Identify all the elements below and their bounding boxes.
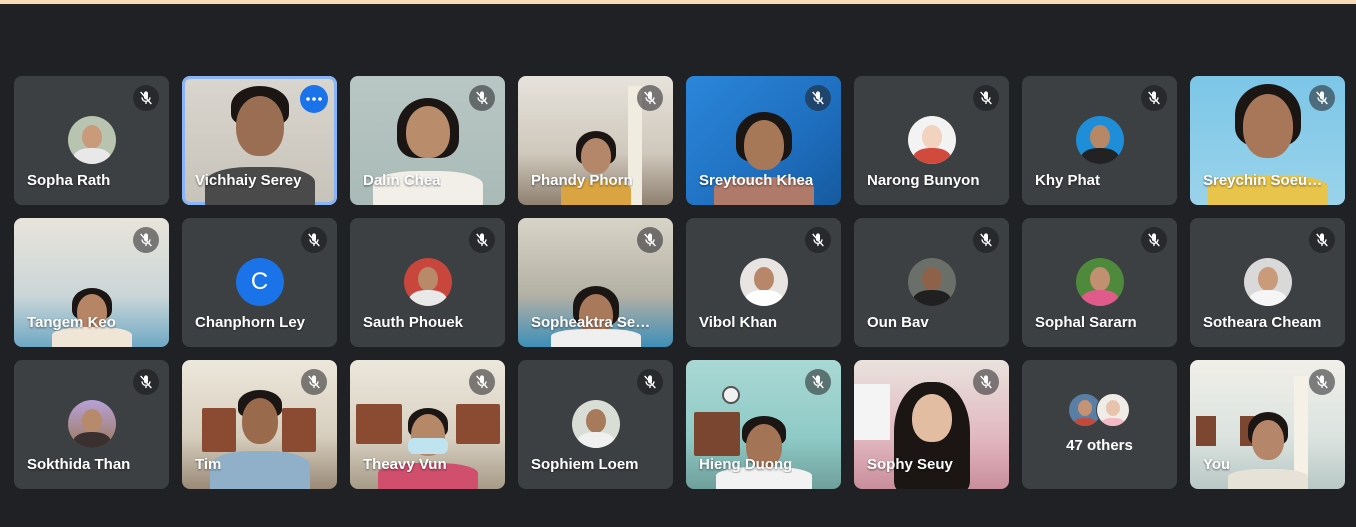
mic-off-icon xyxy=(469,227,495,253)
participant-tile-sophy-seuy[interactable]: Sophy Seuy xyxy=(854,360,1009,489)
others-count-label: 47 others xyxy=(1066,437,1133,454)
participant-avatar xyxy=(1243,258,1292,306)
mic-off-icon xyxy=(301,369,327,395)
participant-name: Sreychin Soeu… xyxy=(1203,172,1323,189)
participant-tile-sophal-sararn[interactable]: Sophal Sararn xyxy=(1022,218,1177,347)
participant-name: Sopha Rath xyxy=(27,172,111,189)
participant-name: Tangem Keo xyxy=(27,314,116,331)
participant-tile-sopha-rath[interactable]: Sopha Rath xyxy=(14,76,169,205)
mic-off-icon xyxy=(805,369,831,395)
mic-off-icon xyxy=(637,85,663,111)
mic-off-icon xyxy=(469,369,495,395)
participant-avatar xyxy=(67,400,116,448)
participant-tile-khy-phat[interactable]: Khy Phat xyxy=(1022,76,1177,205)
participant-name: Sophiem Loem xyxy=(531,456,639,473)
participant-tile-hieng-duong[interactable]: Hieng Duong xyxy=(686,360,841,489)
participant-tile-sreytouch-khea[interactable]: Sreytouch Khea xyxy=(686,76,841,205)
others-tile[interactable]: 47 others xyxy=(1022,360,1177,489)
mic-off-icon xyxy=(637,369,663,395)
mic-off-icon xyxy=(1309,369,1335,395)
participant-tile-dalin-chea[interactable]: Dalin Chea xyxy=(350,76,505,205)
mic-off-icon xyxy=(1141,85,1167,111)
mic-off-icon xyxy=(805,227,831,253)
participant-avatar xyxy=(907,116,956,164)
mic-off-icon xyxy=(469,85,495,111)
mic-off-icon xyxy=(1309,227,1335,253)
participant-avatar xyxy=(571,400,620,448)
mic-off-icon xyxy=(133,369,159,395)
participant-tile-tangem-keo[interactable]: Tangem Keo xyxy=(14,218,169,347)
mic-off-icon xyxy=(805,85,831,111)
participant-grid: Sopha Rath Vichhaiy Serey Dalin Chea Pha… xyxy=(14,76,1345,489)
participant-avatar xyxy=(403,258,452,306)
participant-name: Vichhaiy Serey xyxy=(195,172,302,189)
participant-name: Sauth Phouek xyxy=(363,314,464,331)
participant-name: Sreytouch Khea xyxy=(699,172,814,189)
mic-off-icon xyxy=(133,227,159,253)
participant-tile-phandy-phorn[interactable]: Phandy Phorn xyxy=(518,76,673,205)
more-options-button[interactable] xyxy=(300,85,328,113)
others-avatar-stack xyxy=(1067,393,1132,427)
participant-avatar xyxy=(907,258,956,306)
participant-tile-oun-bav[interactable]: Oun Bav xyxy=(854,218,1009,347)
participant-name: Theavy Vun xyxy=(363,456,447,473)
mic-off-icon xyxy=(973,369,999,395)
participant-tile-sotheara-cheam[interactable]: Sotheara Cheam xyxy=(1190,218,1345,347)
participant-name: Narong Bunyon xyxy=(867,172,980,189)
mic-off-icon xyxy=(1309,85,1335,111)
participant-name: Sotheara Cheam xyxy=(1203,314,1322,331)
participant-tile-you[interactable]: You xyxy=(1190,360,1345,489)
participant-tile-sophiem-loem[interactable]: Sophiem Loem xyxy=(518,360,673,489)
participant-tile-sauth-phouek[interactable]: Sauth Phouek xyxy=(350,218,505,347)
participant-name: Khy Phat xyxy=(1035,172,1101,189)
participant-tile-narong-bunyon[interactable]: Narong Bunyon xyxy=(854,76,1009,205)
participant-tile-tim[interactable]: Tim xyxy=(182,360,337,489)
others-avatar xyxy=(1095,393,1130,427)
participant-tile-vichhaiy-serey[interactable]: Vichhaiy Serey xyxy=(182,76,337,205)
participant-name: Tim xyxy=(195,456,222,473)
participant-name: Chanphorn Ley xyxy=(195,314,306,331)
participant-tile-sokthida-than[interactable]: Sokthida Than xyxy=(14,360,169,489)
participant-avatar xyxy=(1075,116,1124,164)
participant-tile-sreychin-soeu[interactable]: Sreychin Soeu… xyxy=(1190,76,1345,205)
mic-off-icon xyxy=(973,227,999,253)
participant-name: Dalin Chea xyxy=(363,172,441,189)
participant-name: Vibol Khan xyxy=(699,314,778,331)
participant-letter-avatar: C xyxy=(235,258,284,306)
participant-avatar xyxy=(67,116,116,164)
participant-name: Oun Bav xyxy=(867,314,929,331)
top-banner-strip xyxy=(0,0,1356,4)
participant-name: Sokthida Than xyxy=(27,456,131,473)
participant-tile-chanphorn-ley[interactable]: C Chanphorn Ley xyxy=(182,218,337,347)
participant-tile-vibol-khan[interactable]: Vibol Khan xyxy=(686,218,841,347)
participant-name: You xyxy=(1203,456,1231,473)
participant-name: Sophal Sararn xyxy=(1035,314,1137,331)
mic-off-icon xyxy=(973,85,999,111)
mic-off-icon xyxy=(637,227,663,253)
participant-tile-sopheaktra-se[interactable]: Sopheaktra Se… xyxy=(518,218,673,347)
participant-avatar xyxy=(1075,258,1124,306)
participant-name: Sophy Seuy xyxy=(867,456,953,473)
participant-name: Sopheaktra Se… xyxy=(531,314,651,331)
participant-tile-theavy-vun[interactable]: Theavy Vun xyxy=(350,360,505,489)
mic-off-icon xyxy=(1141,227,1167,253)
mic-off-icon xyxy=(301,227,327,253)
participant-name: Phandy Phorn xyxy=(531,172,633,189)
participant-name: Hieng Duong xyxy=(699,456,793,473)
participant-avatar xyxy=(739,258,788,306)
mic-off-icon xyxy=(133,85,159,111)
